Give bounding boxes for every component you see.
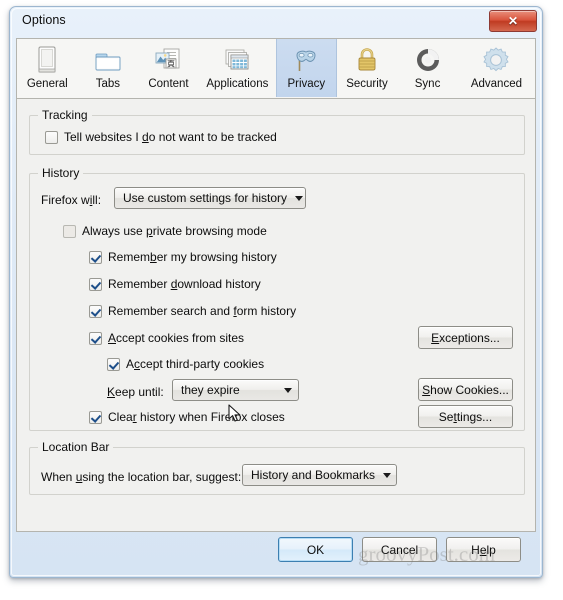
mask-icon [289,44,323,76]
options-tab-strip: General Tabs 頁 Content Applications Priv… [16,38,536,98]
general-icon [30,44,64,76]
tab-sync-label: Sync [414,78,441,90]
svg-text:頁: 頁 [167,59,175,68]
tab-tabs[interactable]: Tabs [78,39,139,97]
tab-content-label: Content [148,78,189,90]
remember-forms-checkbox-box[interactable] [89,305,102,318]
content-icon: 頁 [151,44,185,76]
accept-cookies-label: Accept cookies from sites [108,331,245,345]
tracking-group-title: Tracking [38,108,92,122]
desktop-background: Options ✕ General Tabs 頁 Content Applica… [0,0,563,600]
dialog-button-bar: OK Cancel Help [10,531,542,577]
show-cookies-button-label: Show Cookies... [422,382,509,397]
do-not-track-checkbox-box[interactable] [45,131,58,144]
clear-on-close-label: Clear history when Firefox closes [108,410,285,424]
tab-general-label: General [26,78,68,90]
chevron-down-icon [295,195,304,201]
checkbox-do-not-track[interactable]: Tell websites I do not want to be tracke… [45,130,277,145]
firefox-will-label: Firefox will: [41,193,102,207]
chevron-down-icon [383,472,392,478]
private-browsing-checkbox-box[interactable] [63,225,76,238]
settings-button-label: Settings... [438,409,493,424]
tab-applications-label: Applications [206,78,269,90]
keep-until-dropdown[interactable]: they expire [172,379,299,401]
checkbox-remember-browsing[interactable]: Remember my browsing history [89,250,277,265]
tab-security[interactable]: Security [337,39,398,97]
cancel-button[interactable]: Cancel [362,537,437,562]
remember-forms-label: Remember search and form history [108,304,297,318]
window-title: Options [22,13,66,27]
firefox-will-value: Use custom settings for history [123,191,288,205]
suggest-label: When using the location bar, suggest: [41,470,242,484]
accept-cookies-checkbox-box[interactable] [89,332,102,345]
gear-icon [479,44,513,76]
padlock-icon [350,44,384,76]
checkbox-private-browsing[interactable]: Always use private browsing mode [63,224,267,239]
tab-sync[interactable]: Sync [397,39,458,97]
tab-privacy[interactable]: Privacy [275,39,337,97]
checkbox-clear-on-close[interactable]: Clear history when Firefox closes [89,410,285,425]
tab-advanced[interactable]: Advanced [458,39,535,97]
chevron-down-icon [284,387,292,393]
tab-privacy-label: Privacy [287,78,326,90]
firefox-will-dropdown[interactable]: Use custom settings for history [114,187,306,209]
tabs-icon [91,44,125,76]
tab-content[interactable]: 頁 Content [138,39,199,97]
location-bar-group-title: Location Bar [38,440,114,454]
checkbox-accept-third-party[interactable]: Accept third-party cookies [107,357,264,372]
checkbox-remember-downloads[interactable]: Remember download history [89,277,261,292]
do-not-track-label: Tell websites I do not want to be tracke… [64,130,277,144]
checkbox-remember-forms[interactable]: Remember search and form history [89,304,296,319]
checkbox-accept-cookies[interactable]: Accept cookies from sites [89,331,244,346]
history-group-title: History [38,166,84,180]
tab-advanced-label: Advanced [470,78,522,90]
help-button-label: Help [471,542,496,557]
clear-on-close-checkbox-box[interactable] [89,411,102,424]
remember-downloads-checkbox-box[interactable] [89,278,102,291]
keep-until-label: Keep until: [107,385,164,399]
suggest-value: History and Bookmarks [251,468,376,482]
help-button[interactable]: Help [446,537,521,562]
suggest-dropdown[interactable]: History and Bookmarks [242,464,397,486]
tab-security-label: Security [346,78,388,90]
remember-downloads-label: Remember download history [108,277,261,291]
remember-browsing-checkbox-box[interactable] [89,251,102,264]
applications-icon [220,44,254,76]
keep-until-value: they expire [181,383,240,397]
exceptions-button-label: Exceptions... [431,330,500,345]
close-icon: ✕ [507,14,519,28]
ok-button[interactable]: OK [278,537,353,562]
sync-icon [411,44,445,76]
private-browsing-label: Always use private browsing mode [82,224,267,238]
tab-tabs-label: Tabs [95,78,121,90]
cancel-button-label: Cancel [380,542,419,557]
show-cookies-button[interactable]: Show Cookies... [418,378,513,401]
tab-applications[interactable]: Applications [199,39,276,97]
ok-button-label: OK [306,542,325,557]
accept-third-party-checkbox-box[interactable] [107,358,120,371]
options-dialog-window: Options ✕ General Tabs 頁 Content Applica… [9,6,543,578]
accept-third-party-label: Accept third-party cookies [126,357,265,371]
remember-browsing-label: Remember my browsing history [108,250,277,264]
privacy-panel: Tracking Tell websites I do not want to … [16,98,536,532]
settings-button[interactable]: Settings... [418,405,513,428]
tab-general[interactable]: General [17,39,78,97]
title-bar: Options ✕ [10,7,542,37]
exceptions-button[interactable]: Exceptions... [418,326,513,349]
close-button[interactable]: ✕ [489,10,537,32]
